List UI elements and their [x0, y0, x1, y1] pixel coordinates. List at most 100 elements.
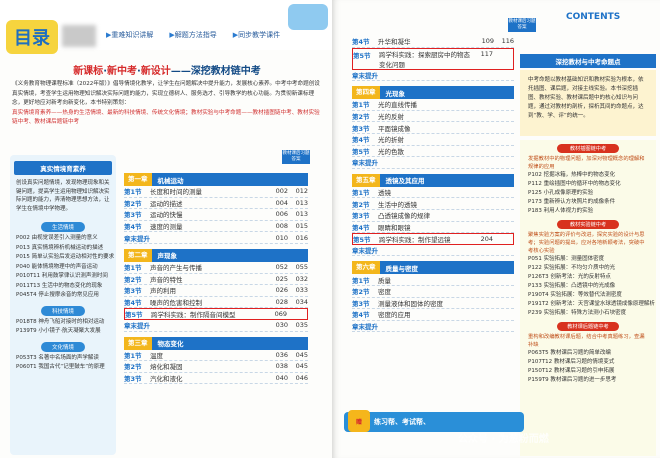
toc-row[interactable]: 第2节 生活中的透镜 [352, 198, 514, 210]
section-name: 声音的产生与传播 [150, 264, 202, 273]
list-item: P107T12 教材课后习题的情境变式 [528, 359, 615, 365]
toc-row[interactable]: 第4节 光的折射 [352, 134, 514, 146]
page-answer: 035 [295, 321, 308, 330]
toc-row[interactable]: 第2节 熔化和凝固 038 045 [124, 361, 308, 373]
left-page: 目录 重难知识讲解 解题方法指导 同步教学课件 新课标·新中考·新设计——深挖教… [0, 0, 334, 458]
toc-row[interactable]: 章末提升 [352, 245, 514, 257]
tab-courseware[interactable]: 同步教学课件 [233, 30, 280, 40]
culture-pill: 文化情境 [41, 341, 85, 352]
section-number: 第3节 [124, 211, 142, 220]
page-start: 004 [275, 198, 288, 207]
section-number: 第4节 [124, 223, 142, 232]
toc-row[interactable]: 第4节 密度的应用 [352, 309, 514, 321]
list-item: P191T2 创新考法：天宫课堂水球透镜成像原理解析 [528, 301, 655, 307]
toc-row[interactable]: 第1节 声音的产生与传播 052 055 [124, 262, 308, 274]
toc-row[interactable]: 章末提升 030 035 [124, 320, 308, 332]
tab-knowledge[interactable]: 重难知识讲解 [106, 30, 153, 40]
toc-row[interactable]: 第2节 密度 [352, 286, 514, 298]
page-answer: 032 [295, 274, 308, 283]
toc-right: 第4节 升华和凝华 109 116 第5节 跨学科实践：探索厨房中的物态变化问题 117 章末… [352, 36, 514, 333]
box-header: 真实情境育素养 [14, 161, 112, 175]
page-answer: 033 [295, 286, 308, 295]
toc-row[interactable]: 第3节 汽化和液化 040 046 [124, 373, 308, 385]
section-name: 眼睛和眼镜 [378, 223, 411, 232]
side-header: 深挖教材与中考命题点 [520, 54, 656, 68]
list-item: P122 实验拓展：不均匀介质中的光 [528, 265, 616, 271]
side-panel: 深挖教材与中考命题点 中考命题以教材基础知识和教材实验为根本，依托插图、课后题，… [520, 28, 656, 456]
toc-row[interactable]: 第1节 温度 036 045 [124, 350, 308, 362]
box-text: 创设真实问题情境，发现物理现象和关键问题，提高学生运用物理知识解决实际问题的能力… [16, 180, 110, 212]
section-number: 第1节 [124, 188, 142, 197]
page-start: 010 [275, 233, 288, 242]
page-start: 008 [275, 222, 288, 231]
toc-row[interactable]: 第4节 眼睛和眼镜 [352, 222, 514, 234]
page-answer: 013 [295, 198, 308, 207]
toc-row[interactable]: 第1节 质量 [352, 274, 514, 286]
section-number: 第1节 [124, 351, 142, 360]
figure-pill: 教材插图链中考 [557, 144, 619, 153]
chapter-header: 第二章 声现象 [124, 248, 308, 262]
toc-row[interactable]: 第4节 速度的测量 008 015 [124, 221, 308, 233]
list-item: P139T9 小小镜子·航天凝聚大发展 [16, 328, 101, 334]
section-name: 运动的快慢 [150, 211, 183, 220]
page-answer: 045 [295, 362, 308, 371]
section-number: 第2节 [352, 113, 370, 122]
toc-row[interactable]: 第3节 凸透镜成像的规律 [352, 210, 514, 222]
toc-row[interactable]: 第5节 光的色散 [352, 146, 514, 158]
toc-row[interactable]: 第3节 平面镜成像 [352, 122, 514, 134]
toc-row[interactable]: 第2节 运动的描述 004 013 [124, 198, 308, 210]
gift-banner: 赠 练习帮、考试帮、 [344, 410, 524, 432]
section-name: 跨学科实践：制作隔音间模型 [151, 311, 236, 320]
page-start: 028 [275, 298, 288, 307]
page-answer: 034 [295, 298, 308, 307]
section-number: 第4节 [352, 38, 370, 47]
toc-row[interactable]: 第5节 跨学科实践：制作隔音间模型 069 [124, 308, 308, 320]
page-start: 025 [275, 274, 288, 283]
page-answer: 012 [295, 187, 308, 196]
chapter-number: 第三章 [124, 336, 152, 350]
toc-row[interactable]: 章末提升 [352, 321, 514, 333]
contents-title: CONTENTS [566, 12, 621, 22]
toc-left: 第一章 机械运动 第1节 长度和时间的测量 002 012 第2节 运动的描述 004 013 第3… [124, 168, 308, 385]
answer-badge: 教材课后习题答案 [282, 150, 310, 164]
book-spread: 目录 重难知识讲解 解题方法指导 同步教学课件 新课标·新中考·新设计——深挖教… [0, 0, 660, 458]
section-number: 第2节 [124, 363, 142, 372]
toc-row[interactable]: 章末提升 [352, 157, 514, 169]
toc-row[interactable]: 第1节 长度和时间的测量 002 012 [124, 186, 308, 198]
toc-row[interactable]: 第2节 声音的特性 025 032 [124, 274, 308, 286]
section-number: 第2节 [124, 199, 142, 208]
toc-row[interactable]: 第2节 光的反射 [352, 111, 514, 123]
toc-row[interactable]: 第5节 跨学科实践：探索厨房中的物态变化问题 117 [352, 47, 514, 70]
list-item: P150T12 教材课后习题的引申拓展 [528, 368, 615, 374]
chapter-number: 第六章 [352, 261, 380, 275]
toc-row[interactable]: 第3节 测量液体和固体的密度 [352, 298, 514, 310]
page-start: 030 [275, 321, 288, 330]
list-item: P173 重新辨认方块照片的成像条件 [528, 199, 616, 205]
toc-row[interactable]: 第4节 升华和凝华 109 116 [352, 36, 514, 48]
section-name: 运动的描述 [150, 199, 183, 208]
blurred-qr [62, 25, 96, 47]
page-answer: 116 [501, 37, 514, 46]
list-item: P015 简单认实验后发运动相对性的要求 [16, 254, 115, 260]
list-item: P018T8 神舟飞船对接时的相对运动 [16, 318, 105, 325]
toc-row[interactable]: 第1节 光的直线传播 [352, 99, 514, 111]
toc-row[interactable]: 章末提升 010 016 [124, 232, 308, 244]
toc-row[interactable]: 章末提升 [352, 70, 514, 82]
toc-row[interactable]: 第3节 运动的快慢 006 013 [124, 209, 308, 221]
toc-row[interactable]: 第5节 跨学科实践：制作望远镜 204 [352, 233, 514, 245]
section-number: 章末提升 [352, 71, 378, 80]
homework-desc: 重构和改编教材课后题，结合中考真题练习，查漏补缺 [528, 334, 645, 348]
page-start: 026 [275, 286, 288, 295]
tab-methods[interactable]: 解题方法指导 [169, 30, 217, 40]
section-name: 密度 [378, 288, 391, 297]
chapter-title: 光现象 [385, 89, 406, 98]
toc-row[interactable]: 第1节 透镜 [352, 187, 514, 199]
list-item: P045T4 停止搜摩余音的常见应用 [16, 292, 99, 298]
section-name: 透镜 [378, 189, 391, 198]
section-name: 汽化和液化 [150, 375, 183, 384]
toc-row[interactable]: 第3节 声的利用 026 033 [124, 285, 308, 297]
slogan: 新课标·新中考·新设计——深挖教材链中考 [73, 66, 261, 77]
page-start: 117 [480, 49, 493, 58]
toc-row[interactable]: 第4节 噪声的危害和控制 028 034 [124, 297, 308, 309]
section-number: 第4节 [352, 136, 370, 145]
